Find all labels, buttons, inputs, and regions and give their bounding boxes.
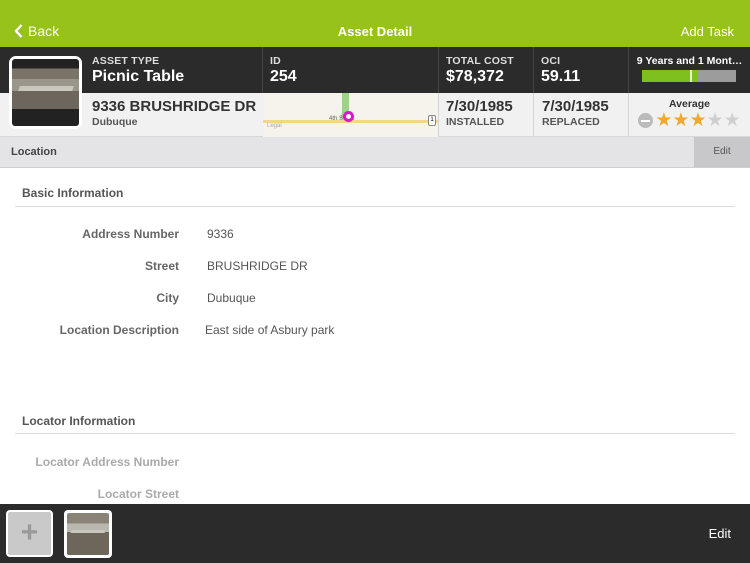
- condition-label: Average: [668, 98, 711, 110]
- map-legal-link[interactable]: Legal: [267, 123, 282, 129]
- star-icon[interactable]: ★: [707, 111, 724, 130]
- field-value: BRUSHRIDGE DR: [207, 259, 308, 273]
- asset-photo[interactable]: [9, 56, 82, 129]
- total-cost-value: $78,372: [446, 68, 504, 85]
- asset-header: ASSET TYPE Picnic Table ID 254 TOTAL COS…: [0, 47, 750, 137]
- field-label: City: [156, 291, 179, 305]
- asset-type-value: Picnic Table: [92, 68, 185, 85]
- field-label: Location Description: [59, 323, 179, 337]
- asset-type-label: ASSET TYPE: [92, 55, 160, 67]
- field-value: East side of Asbury park: [205, 323, 335, 337]
- asset-address: 9336 BRUSHRIDGE DR Dubuque: [92, 98, 256, 128]
- divider: [15, 433, 735, 434]
- divider: [438, 47, 439, 93]
- field-label: Address Number: [82, 227, 179, 241]
- remaining-life-bar: [642, 70, 736, 82]
- remaining-life-text: 9 Years and 1 Mont…: [636, 55, 743, 67]
- picnic-table-image: [67, 513, 109, 555]
- installed-label: INSTALLED: [446, 116, 505, 128]
- section-header: Location Edit: [0, 137, 750, 168]
- field-label: Locator Street: [97, 487, 179, 501]
- star-icon[interactable]: ★: [724, 111, 741, 130]
- divider: [262, 47, 263, 93]
- page-title: Asset Detail: [337, 24, 413, 39]
- asset-type: ASSET TYPE Picnic Table: [92, 55, 184, 86]
- field-label: Locator Address Number: [35, 455, 179, 469]
- star-icon[interactable]: ★: [689, 111, 706, 130]
- oci-label: OCI: [541, 55, 561, 67]
- star-icon[interactable]: ★: [672, 111, 689, 130]
- installed-date: 7/30/1985 INSTALLED: [446, 98, 513, 128]
- section-edit-button[interactable]: Edit: [694, 137, 750, 167]
- picnic-table-image: [12, 59, 79, 126]
- field-label: Street: [144, 259, 179, 273]
- section-title: Location: [11, 146, 57, 158]
- city-value: Dubuque: [92, 116, 138, 128]
- navigation-bar: Back Asset Detail Add Task: [0, 0, 750, 47]
- condition-rating: Average ★ ★ ★ ★ ★: [629, 93, 750, 137]
- add-task-button[interactable]: Add Task: [681, 24, 734, 39]
- divider: [15, 206, 735, 207]
- field-value: 9336: [207, 227, 234, 241]
- total-cost: TOTAL COST $78,372: [446, 55, 514, 86]
- basic-information-title: Basic Information: [22, 186, 124, 200]
- route-shield-icon: 1: [428, 115, 436, 126]
- oci: OCI 59.11: [541, 55, 580, 86]
- chevron-left-icon: [14, 24, 23, 38]
- remaining-life: 9 Years and 1 Mont…: [629, 47, 750, 93]
- asset-id: ID 254: [270, 55, 297, 86]
- oci-value: 59.11: [541, 68, 581, 85]
- address-value: 9336 BRUSHRIDGE DR: [92, 98, 257, 115]
- edit-button[interactable]: Edit: [709, 526, 731, 541]
- star-icon[interactable]: ★: [655, 111, 672, 130]
- replaced-label: REPLACED: [542, 116, 600, 128]
- minus-circle-icon[interactable]: [638, 113, 654, 128]
- map-pin-icon: [343, 111, 354, 122]
- photo-thumbnail[interactable]: [64, 510, 112, 558]
- back-button[interactable]: Back: [14, 23, 59, 39]
- bottom-toolbar: + Edit: [0, 504, 750, 563]
- divider: [438, 93, 439, 137]
- remaining-life-marker: [689, 70, 692, 82]
- asset-id-label: ID: [270, 55, 281, 67]
- add-photo-button[interactable]: +: [6, 510, 53, 557]
- back-label: Back: [28, 23, 60, 39]
- replaced-date-value: 7/30/1985: [542, 98, 609, 115]
- total-cost-label: TOTAL COST: [446, 55, 514, 67]
- installed-date-value: 7/30/1985: [446, 98, 513, 115]
- locator-information-title: Locator Information: [22, 414, 136, 428]
- location-map[interactable]: 4th St SE Legal 1: [263, 93, 438, 137]
- star-rating[interactable]: ★ ★ ★ ★ ★: [629, 111, 750, 130]
- divider: [533, 93, 534, 137]
- replaced-date: 7/30/1985 REPLACED: [542, 98, 609, 128]
- field-value: Dubuque: [207, 291, 256, 305]
- location-details: Basic Information Address Number 9336 St…: [0, 168, 750, 504]
- divider: [533, 47, 534, 93]
- asset-id-value: 254: [270, 68, 297, 85]
